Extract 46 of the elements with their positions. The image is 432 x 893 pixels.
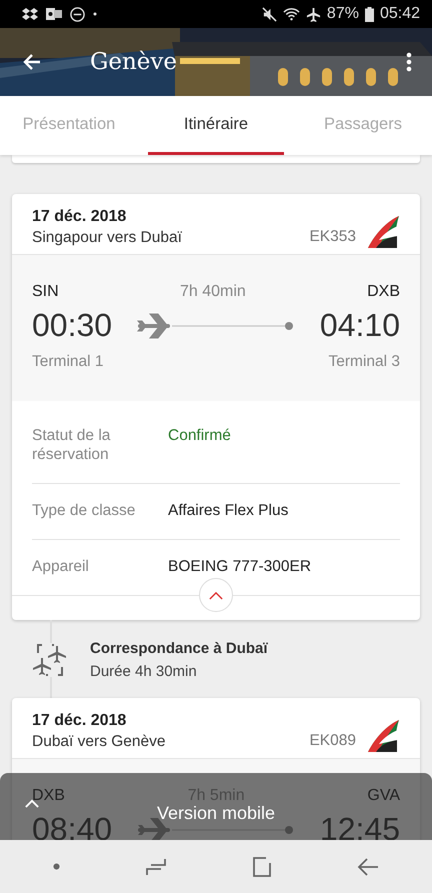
banner-label: Version mobile [156, 804, 276, 822]
departure-airport: DXB [32, 787, 65, 805]
wifi-icon [282, 7, 300, 21]
detail-value: Affaires Flex Plus [168, 501, 288, 520]
arrival-time: 04:10 [320, 307, 400, 344]
dot-icon [52, 863, 60, 870]
collapse-button[interactable] [199, 578, 233, 612]
flight-route: Dubaï vers Genève [32, 732, 167, 750]
flight-duration: 7h 40min [180, 283, 246, 301]
arrival-time: 12:45 [320, 811, 400, 840]
back-icon[interactable] [357, 856, 380, 876]
detail-label: Type de classe [32, 501, 136, 520]
mute-icon [262, 6, 277, 22]
mail-app-icon [46, 7, 62, 21]
departure-time: 00:30 [32, 307, 112, 344]
back-arrow-icon[interactable] [22, 52, 42, 72]
home-icon[interactable] [252, 856, 272, 876]
arrival-airport: DXB [367, 283, 400, 301]
flight-number: EK353 [309, 228, 356, 246]
flight-number: EK089 [309, 732, 356, 750]
arrival-terminal: Terminal 3 [328, 353, 400, 371]
arrival-airport: GVA [367, 787, 400, 805]
departure-time: 08:40 [32, 811, 112, 840]
page-title: Genève [90, 49, 178, 75]
detail-label: Statut de la réservation [32, 426, 112, 464]
do-not-disturb-icon [70, 6, 85, 22]
caret-icon [209, 590, 223, 600]
detail-value: BOEING 777-300ER [168, 557, 312, 576]
dot-icon [93, 12, 97, 16]
departure-terminal: Terminal 1 [32, 353, 104, 371]
clock: 05:42 [380, 5, 420, 23]
battery-icon [364, 6, 374, 22]
detail-value: Confirmé [168, 426, 231, 445]
flight-route: Singapour vers Dubaï [32, 228, 183, 246]
caret-up-icon [25, 799, 39, 808]
dropbox-icon [22, 7, 38, 21]
recent-apps-icon[interactable] [144, 856, 167, 876]
connection-title: Correspondance à Dubaï [90, 640, 268, 657]
more-options-icon[interactable] [406, 52, 412, 72]
connection-duration: Durée 4h 30min [90, 663, 198, 680]
detail-label: Appareil [32, 557, 90, 576]
flight-date: 17 déc. 2018 [32, 208, 128, 226]
battery-percent: 87% [326, 5, 359, 23]
airplane-icon [306, 6, 321, 22]
departure-airport: SIN [32, 283, 59, 301]
flight-date: 17 déc. 2018 [32, 712, 128, 730]
